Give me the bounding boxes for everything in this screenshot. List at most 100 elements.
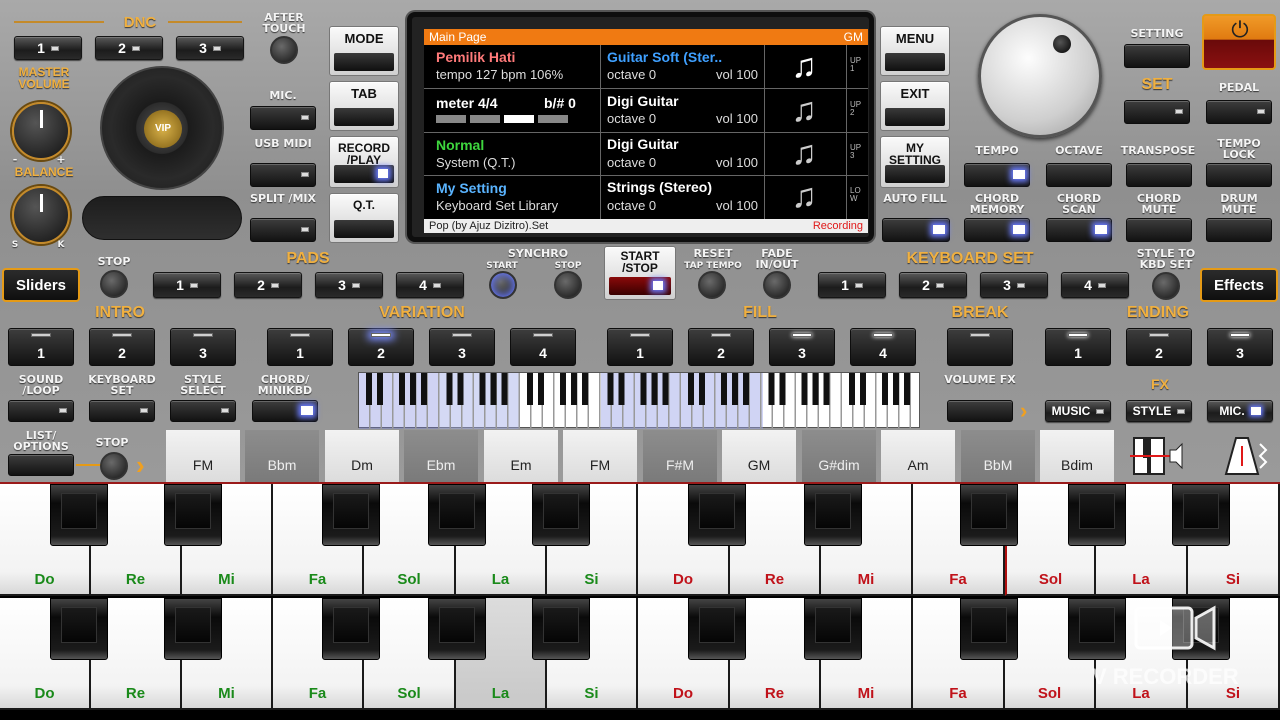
style-select-button[interactable] — [170, 400, 236, 422]
fill-button-2[interactable]: 2 — [688, 328, 754, 366]
ending-button-3[interactable]: 3 — [1207, 328, 1273, 366]
master-volume-knob[interactable] — [12, 102, 70, 160]
mic-fx-button[interactable]: MIC. — [1207, 400, 1273, 422]
chord-tab-4[interactable]: Ebm — [404, 430, 478, 482]
synchro-stop-button[interactable] — [554, 271, 582, 299]
mode-button[interactable]: MODE — [329, 26, 399, 76]
pitch-bend-strip[interactable] — [82, 196, 242, 240]
chord-mute-button[interactable] — [1126, 218, 1192, 242]
jog-disc[interactable]: VIP — [100, 66, 224, 190]
exit-button[interactable]: EXIT — [880, 81, 950, 131]
chord-tab-8[interactable]: GM — [722, 430, 796, 482]
fill-button-1[interactable]: 1 — [607, 328, 673, 366]
chord-tab-2[interactable]: Bbm — [245, 430, 319, 482]
volume-fx-button[interactable] — [947, 400, 1013, 422]
black-key[interactable] — [322, 484, 380, 546]
intro-button-2[interactable]: 2 — [89, 328, 155, 366]
keyboard-split-icon[interactable] — [1130, 434, 1192, 478]
dnc-button-2[interactable]: 2 — [95, 36, 163, 60]
ending-button-2[interactable]: 2 — [1126, 328, 1192, 366]
intro-button-1[interactable]: 1 — [8, 328, 74, 366]
chord-tab-9[interactable]: G#dim — [802, 430, 876, 482]
chord-memory-button[interactable] — [964, 218, 1030, 242]
black-key[interactable] — [1172, 484, 1230, 546]
black-key[interactable] — [532, 484, 590, 546]
variation-button-3[interactable]: 3 — [429, 328, 495, 366]
break-button[interactable] — [947, 328, 1013, 366]
chord-tab-10[interactable]: Am — [881, 430, 955, 482]
power-button[interactable]: ⏻ — [1202, 14, 1276, 70]
effects-button[interactable]: Effects — [1200, 268, 1278, 302]
drum-mute-button[interactable] — [1206, 218, 1272, 242]
music-note-icon[interactable]: ♫ — [776, 91, 832, 129]
kbd-set-button-2[interactable]: 2 — [899, 272, 967, 298]
main-display[interactable]: Main Page GM Pemilik Hati tempo 127 bpm 1… — [407, 12, 874, 242]
black-key[interactable] — [1068, 598, 1126, 660]
chord-tab-11[interactable]: BbM — [961, 430, 1035, 482]
pad-button-2[interactable]: 2 — [234, 272, 302, 298]
octave-button[interactable] — [1046, 163, 1112, 187]
black-key[interactable] — [322, 598, 380, 660]
variation-button-1[interactable]: 1 — [267, 328, 333, 366]
style-fx-button[interactable]: STYLE — [1126, 400, 1192, 422]
intro-button-3[interactable]: 3 — [170, 328, 236, 366]
sound-loop-button[interactable] — [8, 400, 74, 422]
data-dial[interactable] — [978, 14, 1102, 138]
dnc-button-3[interactable]: 3 — [176, 36, 244, 60]
pad-button-1[interactable]: 1 — [153, 272, 221, 298]
music-note-icon[interactable]: ♫ — [776, 134, 832, 172]
black-key[interactable] — [50, 484, 108, 546]
chord-tab-1[interactable]: FM — [166, 430, 240, 482]
tempo-button[interactable] — [964, 163, 1030, 187]
black-key[interactable] — [50, 598, 108, 660]
chord-tab-12[interactable]: Bdim — [1040, 430, 1114, 482]
record-play-button[interactable]: RECORD /PLAY — [329, 136, 399, 188]
fill-button-4[interactable]: 4 — [850, 328, 916, 366]
variation-button-4[interactable]: 4 — [510, 328, 576, 366]
metronome-icon[interactable] — [1212, 434, 1274, 478]
split-mix-button[interactable] — [250, 218, 316, 242]
stop-small-button[interactable] — [100, 452, 128, 480]
chord-tab-3[interactable]: Dm — [325, 430, 399, 482]
after-touch-button[interactable] — [270, 36, 298, 64]
black-key[interactable] — [1068, 484, 1126, 546]
style-to-kbd-button[interactable] — [1152, 272, 1180, 300]
sliders-button[interactable]: Sliders — [2, 268, 80, 302]
kbd-set-button-1[interactable]: 1 — [818, 272, 886, 298]
my-setting-button[interactable]: MY SETTING — [880, 136, 950, 188]
tab-button[interactable]: TAB — [329, 81, 399, 131]
pad-button-4[interactable]: 4 — [396, 272, 464, 298]
list-options-button[interactable] — [8, 454, 74, 476]
auto-fill-button[interactable] — [882, 218, 950, 242]
setting-button[interactable] — [1124, 44, 1190, 68]
synchro-start-button[interactable] — [489, 271, 517, 299]
stop-button[interactable] — [100, 270, 128, 298]
music-fx-button[interactable]: MUSIC — [1045, 400, 1111, 422]
variation-button-2[interactable]: 2 — [348, 328, 414, 366]
black-key[interactable] — [428, 484, 486, 546]
ending-button-1[interactable]: 1 — [1045, 328, 1111, 366]
music-note-icon[interactable]: ♫ — [776, 177, 832, 215]
pad-button-3[interactable]: 3 — [315, 272, 383, 298]
chord-tab-5[interactable]: Em — [484, 430, 558, 482]
black-key[interactable] — [428, 598, 486, 660]
black-key[interactable] — [960, 484, 1018, 546]
menu-button[interactable]: MENU — [880, 26, 950, 76]
black-key[interactable] — [960, 598, 1018, 660]
black-key[interactable] — [688, 598, 746, 660]
mini-keyboard[interactable] — [358, 372, 921, 429]
keyboard-set-lower-button[interactable] — [89, 400, 155, 422]
black-key[interactable] — [164, 598, 222, 660]
black-key[interactable] — [164, 484, 222, 546]
set-button[interactable] — [1124, 100, 1190, 124]
black-key[interactable] — [804, 598, 862, 660]
usb-midi-button[interactable] — [250, 163, 316, 187]
kbd-set-button-3[interactable]: 3 — [980, 272, 1048, 298]
pedal-button[interactable] — [1206, 100, 1272, 124]
balance-knob[interactable] — [12, 186, 70, 244]
black-key[interactable] — [688, 484, 746, 546]
kbd-set-button-4[interactable]: 4 — [1061, 272, 1129, 298]
chord-scan-button[interactable] — [1046, 218, 1112, 242]
mic-button[interactable] — [250, 106, 316, 130]
chord-tab-7[interactable]: F#M — [643, 430, 717, 482]
